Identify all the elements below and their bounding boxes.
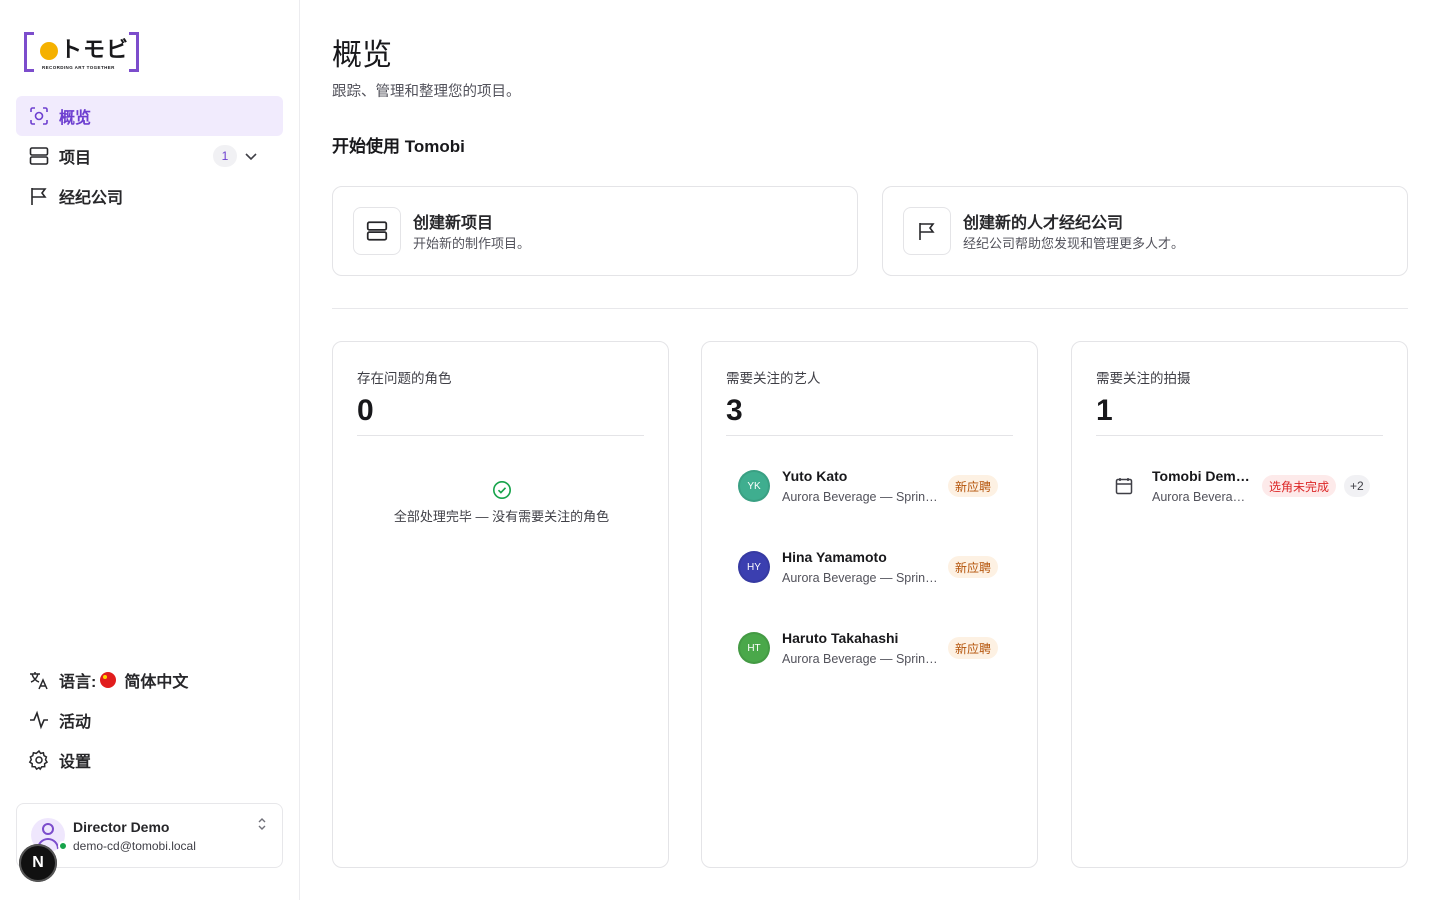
avatar: YK (738, 470, 770, 502)
stat-value: 3 (726, 394, 743, 427)
next-dev-badge[interactable]: N (19, 844, 57, 882)
sidebar-item-projects[interactable]: 项目 1 (16, 136, 283, 176)
status-badge: 新应聘 (948, 475, 999, 497)
logo-bracket-right (129, 32, 139, 72)
main-nav: 概览 项目 1 经纪公司 (16, 96, 283, 216)
avatar: HY (738, 551, 770, 583)
language-value: 简体中文 (124, 674, 189, 691)
empty-state-message: 全部处理完毕 — 没有需要关注的角色 (393, 509, 610, 524)
artist-project: Aurora Beverage — Spring Campaign (782, 490, 942, 504)
list-item[interactable]: Tomobi Demo Shoot Aurora Beverage 选角未完成 … (1096, 462, 1386, 510)
stat-label: 需要关注的艺人 (726, 371, 821, 386)
shoot-client: Aurora Beverage (1152, 490, 1246, 504)
create-project-card[interactable]: 创建新项目 开始新的制作项目。 (332, 186, 858, 276)
create-agency-card[interactable]: 创建新的人才经纪公司 经纪公司帮助您发现和管理更多人才。 (882, 186, 1408, 276)
status-badge: 选角未完成 (1262, 475, 1337, 497)
page-title: 概览 (332, 39, 392, 72)
section-divider (332, 308, 1408, 309)
sidebar-item-label: 项目 (59, 150, 92, 167)
artist-name: Hina Yamamoto (782, 549, 887, 565)
shoots-attention-card: 需要关注的拍摄 1 Tomobi Demo Shoot Aurora Bever… (1071, 341, 1408, 868)
sidebar-item-settings[interactable]: 设置 (16, 740, 283, 780)
projects-icon (28, 145, 50, 167)
logo-text: トモビ (60, 37, 130, 62)
sidebar-item-activity[interactable]: 活动 (16, 700, 283, 740)
shoot-name: Tomobi Demo Shoot (1152, 468, 1252, 484)
language-switcher[interactable]: 语言: 简体中文 (16, 660, 283, 700)
user-name: Director Demo (73, 819, 170, 835)
stat-divider (357, 435, 644, 436)
stat-label: 需要关注的拍摄 (1096, 371, 1191, 386)
gear-icon (28, 749, 50, 771)
list-item[interactable]: HY Hina Yamamoto Aurora Beverage — Sprin… (726, 543, 1016, 591)
list-item[interactable]: YK Yuto Kato Aurora Beverage — Spring Ca… (726, 462, 1016, 510)
status-badge: 新应聘 (948, 637, 999, 659)
stat-divider (1096, 435, 1383, 436)
calendar-icon (1114, 476, 1134, 496)
artist-name: Haruto Takahashi (782, 630, 899, 646)
roles-with-issues-card: 存在问题的角色 0 全部处理完毕 — 没有需要关注的角色 (332, 341, 669, 868)
sidebar: トモビ RECORDING ART TOGETHER 概览 项目 1 经纪公司 … (0, 0, 300, 900)
create-project-desc: 开始新的制作项目。 (413, 236, 531, 251)
overview-icon (28, 105, 50, 127)
stat-value: 1 (1096, 394, 1113, 427)
sidebar-item-overview[interactable]: 概览 (16, 96, 283, 136)
more-count-badge: +2 (1344, 475, 1370, 497)
user-email: demo-cd@tomobi.local (73, 839, 196, 853)
projects-icon (353, 207, 401, 255)
logo-tagline: RECORDING ART TOGETHER (42, 65, 115, 70)
brand-logo[interactable]: トモビ RECORDING ART TOGETHER (24, 32, 139, 72)
artist-project: Aurora Beverage — Spring Campaign (782, 571, 942, 585)
projects-count-badge: 1 (213, 145, 237, 167)
flag-icon (28, 185, 50, 207)
sidebar-item-agencies[interactable]: 经纪公司 (16, 176, 283, 216)
logo-bracket-left (24, 32, 34, 72)
artist-project: Aurora Beverage — Spring Campaign (782, 652, 942, 666)
stat-label: 存在问题的角色 (357, 371, 452, 386)
stat-value: 0 (357, 394, 374, 427)
sidebar-item-label: 概览 (59, 110, 92, 127)
avatar: HT (738, 632, 770, 664)
sidebar-item-label: 活动 (59, 714, 92, 731)
status-badge: 新应聘 (948, 556, 999, 578)
create-agency-title: 创建新的人才经纪公司 (963, 215, 1124, 232)
empty-state: 全部处理完毕 — 没有需要关注的角色 (333, 480, 670, 525)
sidebar-item-label: 设置 (59, 754, 92, 771)
flag-icon (903, 207, 951, 255)
sidebar-item-label: 经纪公司 (59, 190, 124, 207)
artist-name: Yuto Kato (782, 468, 848, 484)
stat-divider (726, 435, 1013, 436)
chevrons-up-down-icon (256, 816, 268, 832)
online-status-dot (58, 841, 68, 851)
list-item[interactable]: HT Haruto Takahashi Aurora Beverage — Sp… (726, 624, 1016, 672)
activity-icon (28, 709, 50, 731)
sidebar-bottom-nav: 语言: 简体中文 活动 设置 (16, 660, 283, 780)
page-subtitle: 跟踪、管理和整理您的项目。 (332, 84, 521, 100)
create-agency-desc: 经纪公司帮助您发现和管理更多人才。 (963, 236, 1185, 251)
chevron-down-icon[interactable] (243, 148, 259, 164)
logo-dot (40, 42, 58, 60)
create-project-title: 创建新项目 (413, 215, 494, 232)
language-label: 语言: (59, 674, 97, 691)
check-circle-icon (492, 480, 512, 500)
translate-icon (28, 669, 50, 691)
getting-started-heading: 开始使用 Tomobi (332, 137, 465, 156)
china-flag-icon (100, 672, 117, 688)
avatar-head (42, 823, 54, 835)
artists-attention-card: 需要关注的艺人 3 YK Yuto Kato Aurora Beverage —… (701, 341, 1038, 868)
